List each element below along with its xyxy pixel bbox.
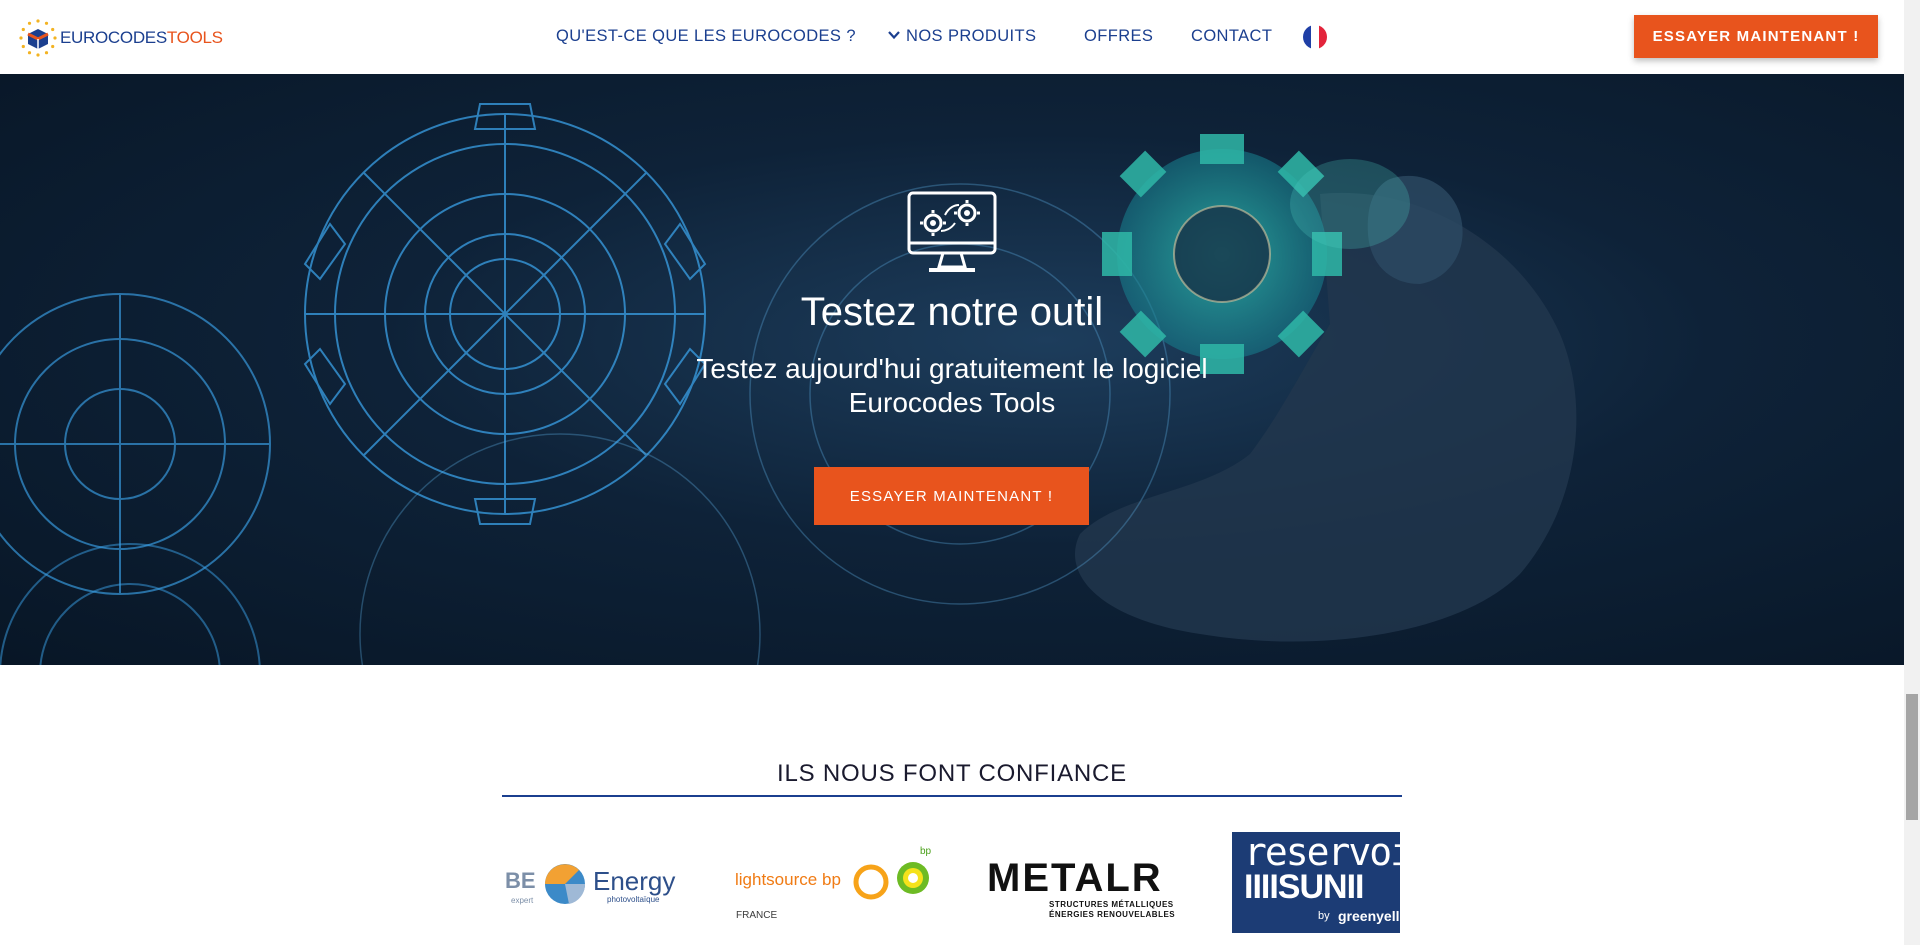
reservoir-by: by (1318, 910, 1330, 922)
trust-section-title: ILS NOUS FONT CONFIANCE (777, 760, 1127, 787)
metalr-name: METALR (987, 856, 1163, 900)
partner-logos-carousel: BE expert Energy photovoltaïque lightsou… (505, 832, 1400, 945)
eurocodes-logo-icon (19, 19, 57, 57)
partner-logo-reservoir-sun[interactable]: reservoi IIIISUNII by greenyell (1232, 832, 1400, 933)
logo-part-tools: TOOLS (166, 28, 223, 47)
be-energy-tagline: photovoltaïque (607, 895, 660, 904)
nav-link-eurocodes[interactable]: QU'EST-CE QUE LES EUROCODES ? (556, 27, 856, 46)
lightsource-name: lightsource (735, 870, 818, 889)
logo-part-eurocodes: EUROCODES (60, 28, 167, 47)
partner-logo-metalr[interactable]: METALR STRUCTURES MÉTALLIQUES ÉNERGIES R… (987, 832, 1187, 919)
chevron-down-icon[interactable] (887, 28, 901, 42)
be-energy-expert-text: expert (511, 896, 534, 905)
nav-link-contact[interactable]: CONTACT (1191, 27, 1272, 46)
be-energy-leaf-icon (545, 864, 586, 904)
french-flag-icon[interactable] (1303, 25, 1327, 49)
lightsource-sun-icon (853, 864, 889, 900)
hero-section: Testez notre outil Testez aujourd'hui gr… (0, 74, 1904, 665)
partner-logo-be-energy[interactable]: BE expert Energy photovoltaïque (505, 832, 685, 905)
monitor-gears-icon (907, 191, 997, 272)
partner-logo-lightsource-bp[interactable]: lightsource bp bp FRANCE (735, 832, 935, 922)
lightsource-bp-text: bp (822, 870, 841, 889)
site-header: EUROCODESTOOLS QU'EST-CE QUE LES EUROCOD… (0, 0, 1904, 74)
be-energy-be-text: BE (505, 868, 536, 893)
hero-try-now-button[interactable]: ESSAYER MAINTENANT ! (814, 467, 1089, 525)
metalr-subtitle-1: STRUCTURES MÉTALLIQUES (1049, 900, 1174, 909)
trust-divider (502, 795, 1402, 797)
nav-link-offres[interactable]: OFFRES (1084, 27, 1153, 46)
bp-helios-icon (897, 862, 929, 894)
page-scrollbar-thumb[interactable] (1906, 694, 1918, 820)
reservoir-line-2: IIIISUNII (1244, 868, 1364, 906)
site-logo[interactable]: EUROCODESTOOLS (18, 19, 223, 57)
nav-link-produits[interactable]: NOS PRODUITS (906, 27, 1036, 46)
reservoir-brand: greenyell (1338, 908, 1400, 924)
hero-subtitle: Testez aujourd'hui gratuitement le logic… (696, 353, 1208, 418)
metalr-subtitle-2: ÉNERGIES RENOUVELABLES (1049, 910, 1176, 919)
logo-wordmark: EUROCODESTOOLS (60, 28, 223, 48)
hero-title: Testez notre outil (800, 290, 1104, 334)
header-try-now-button[interactable]: ESSAYER MAINTENANT ! (1634, 15, 1878, 58)
lightsource-country: FRANCE (736, 910, 778, 921)
be-energy-name: Energy (593, 866, 676, 896)
bp-small-text: bp (920, 846, 932, 857)
